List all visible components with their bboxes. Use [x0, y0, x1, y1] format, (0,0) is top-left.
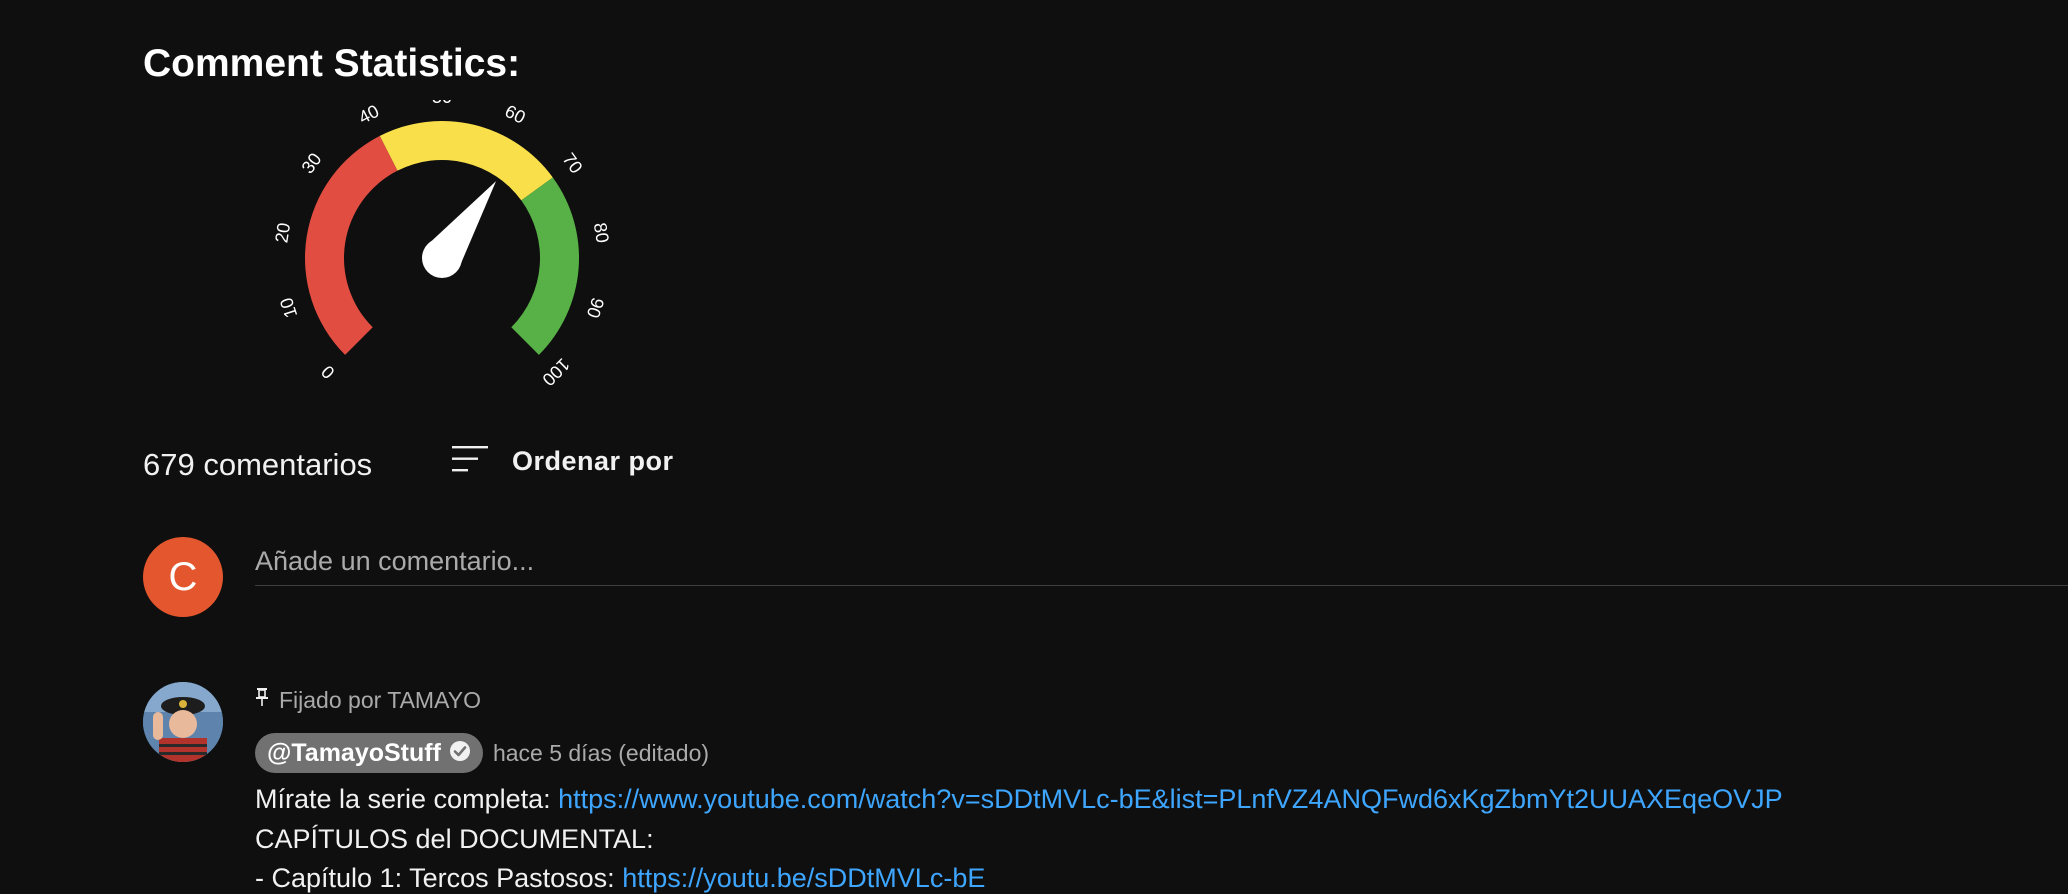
- playlist-link[interactable]: https://www.youtube.com/watch?v=sDDtMVLc…: [558, 784, 1782, 814]
- sort-label: Ordenar por: [512, 445, 674, 476]
- comment-text: CAPÍTULOS del DOCUMENTAL:: [255, 824, 654, 854]
- sort-icon: [450, 443, 490, 480]
- comment-line: CAPÍTULOS del DOCUMENTAL:: [255, 824, 654, 855]
- comment-timestamp[interactable]: hace 5 días (editado): [493, 740, 709, 767]
- gauge-tick-label: 40: [355, 101, 382, 128]
- gauge-tick-label: 10: [276, 295, 301, 320]
- gauge-tick-label: 100: [538, 354, 573, 389]
- author-avatar[interactable]: [143, 682, 223, 762]
- author-photo: [143, 682, 223, 762]
- gauge-tick-label: 80: [590, 221, 613, 244]
- pinned-indicator: Fijado por TAMAYO: [255, 686, 481, 714]
- sort-button[interactable]: Ordenar por: [450, 440, 674, 482]
- gauge-hub: [422, 238, 462, 278]
- gauge-tick-label: 0: [317, 361, 338, 382]
- gauge-tick-label: 20: [271, 221, 294, 244]
- avatar-initial: C: [168, 554, 198, 599]
- gauge-tick-label: 30: [298, 149, 326, 177]
- gauge-tick-label: 50: [432, 100, 452, 107]
- gauge-band-1: [379, 120, 553, 201]
- add-comment-input[interactable]: [255, 538, 2068, 586]
- comment-line: - Capítulo 1: Tercos Pastosos: https://y…: [255, 863, 985, 894]
- comment-text: - Capítulo 1: Tercos Pastosos:: [255, 863, 623, 893]
- comment-text: Mírate la serie completa:: [255, 784, 559, 814]
- author-name: @TamayoStuff: [267, 738, 441, 767]
- gauge-tick-label: 90: [583, 295, 608, 320]
- gauge-band-2: [511, 177, 579, 355]
- gauge-tick-label: 60: [502, 101, 529, 128]
- pin-icon: [255, 686, 269, 714]
- comment-line: Mírate la serie completa: https://www.yo…: [255, 784, 1783, 815]
- author-badge[interactable]: @TamayoStuff: [255, 733, 483, 773]
- comment-statistics-title: Comment Statistics:: [143, 42, 521, 85]
- verified-check-icon: [449, 740, 471, 767]
- comment-count: 679 comentarios: [143, 447, 373, 482]
- pinned-label: Fijado por TAMAYO: [279, 686, 481, 713]
- sentiment-gauge: 0 10 20 30 40 50 60 70 80 90 100: [271, 100, 613, 390]
- gauge-tick-label: 70: [558, 149, 586, 177]
- avatar[interactable]: C: [143, 537, 223, 617]
- comment-header: @TamayoStuff hace 5 días (editado): [255, 733, 709, 773]
- chapter-link[interactable]: https://youtu.be/sDDtMVLc-bE: [622, 863, 985, 893]
